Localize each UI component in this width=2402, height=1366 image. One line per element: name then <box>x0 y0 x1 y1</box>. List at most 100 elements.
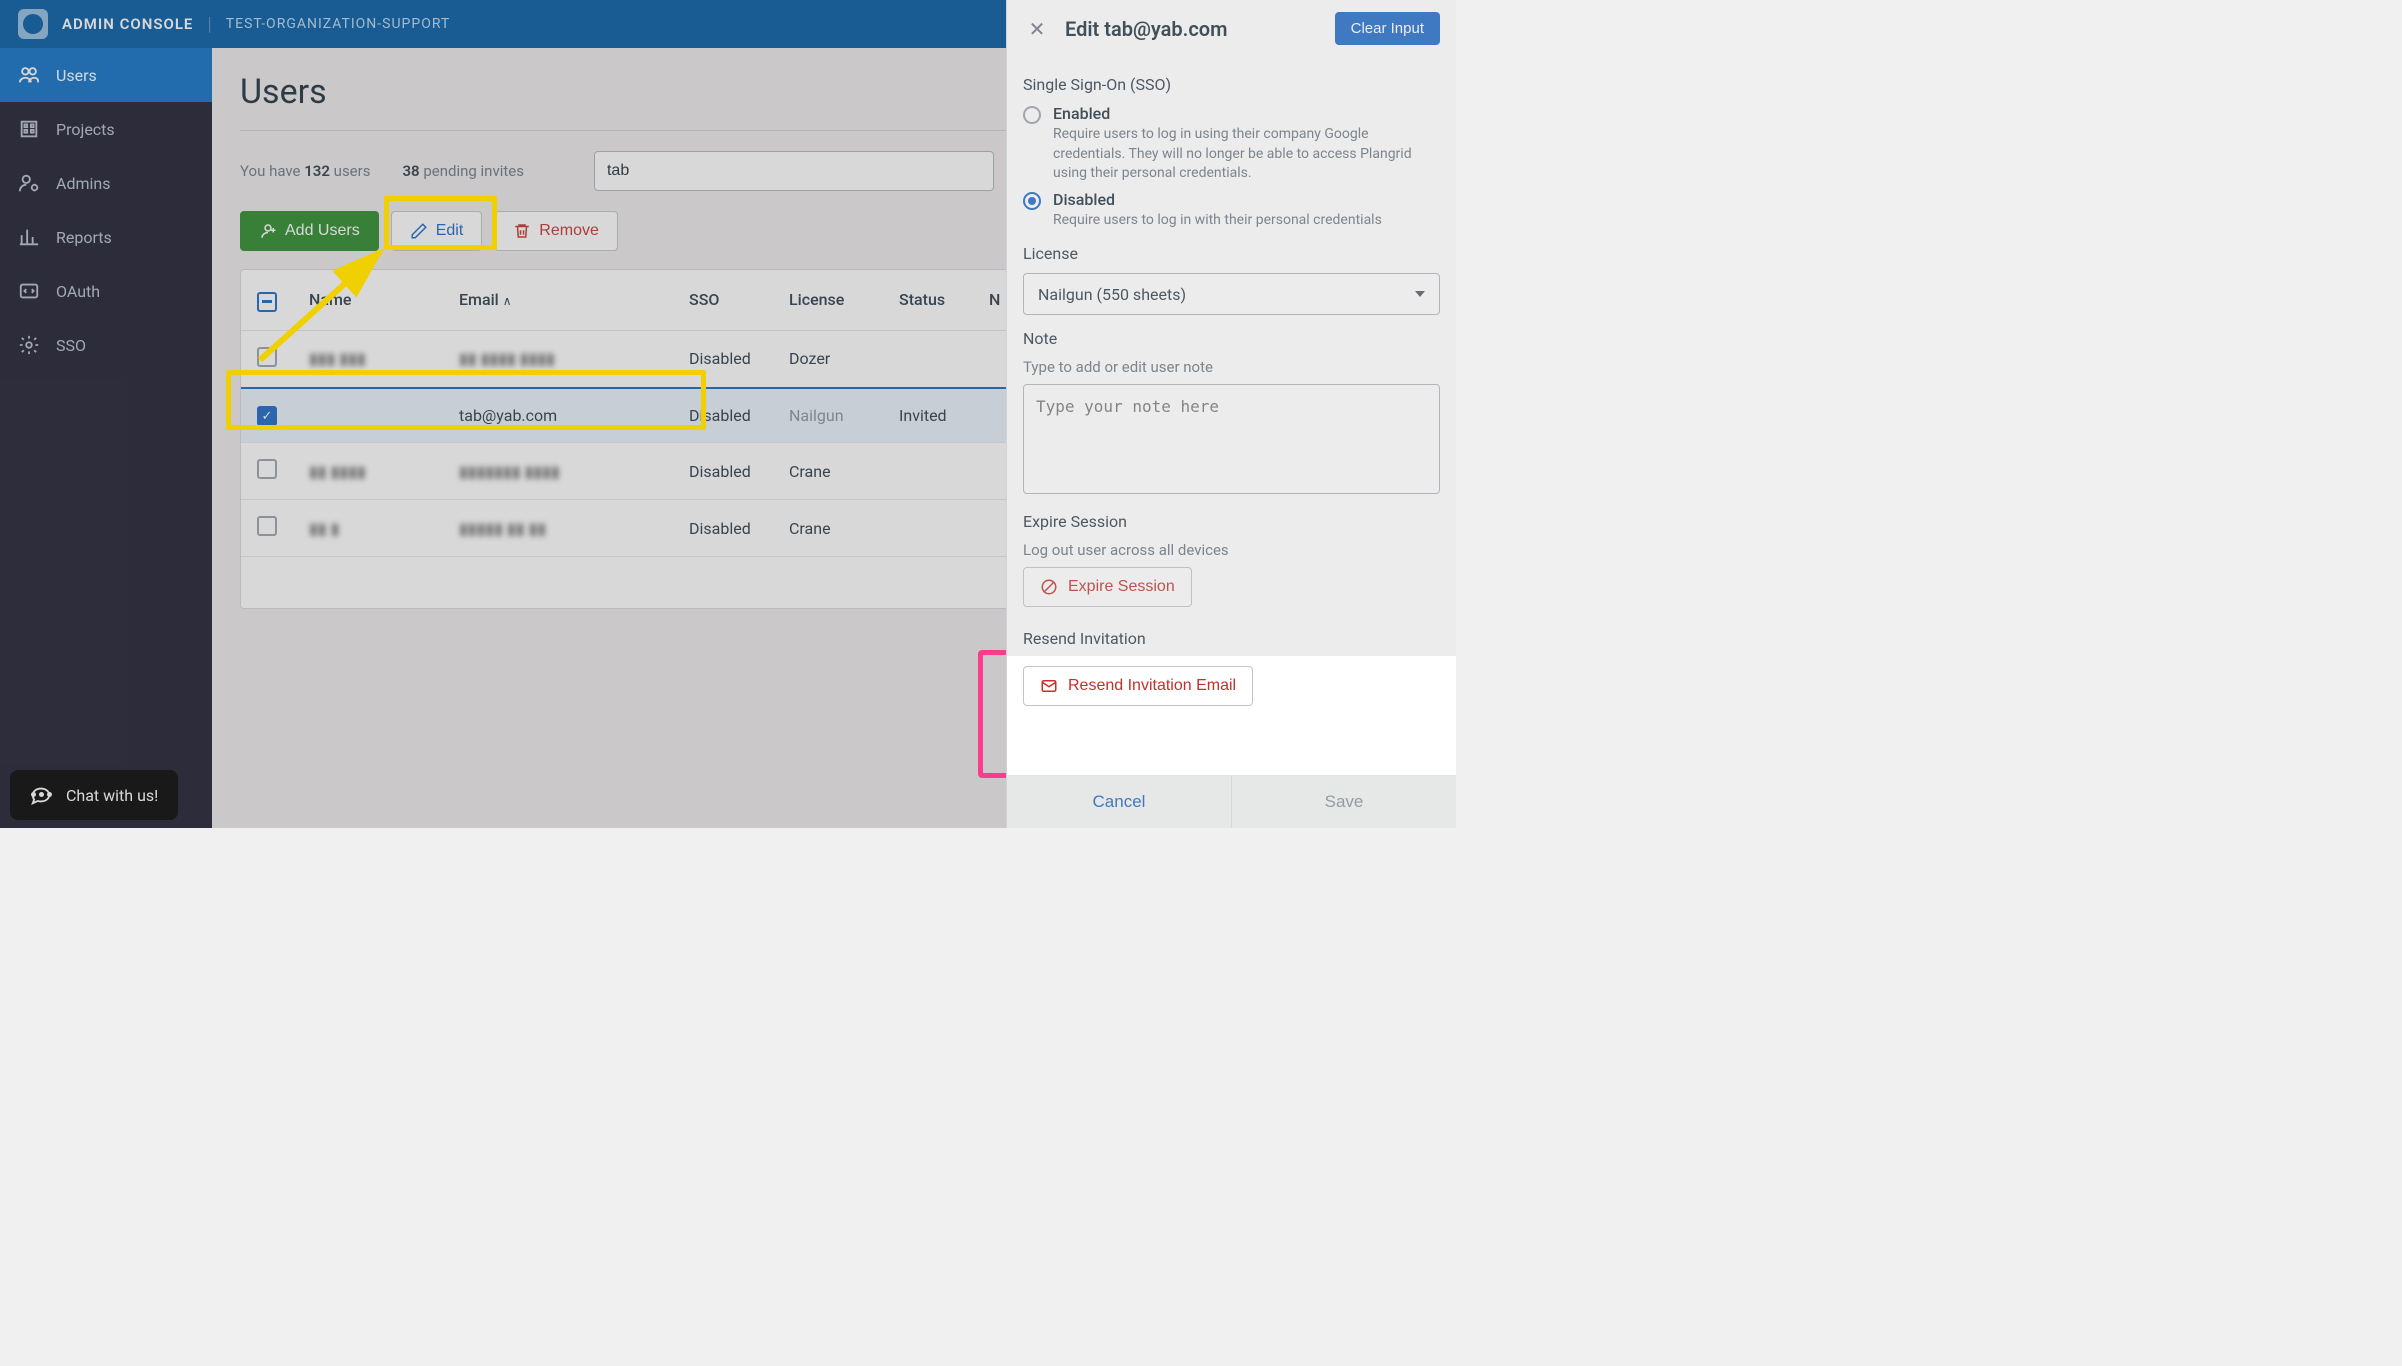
expire-hint: Log out user across all devices <box>1023 541 1440 559</box>
separator: | <box>207 14 211 35</box>
edit-button[interactable]: Edit <box>391 211 483 251</box>
col-name[interactable]: Name <box>293 270 443 330</box>
drawer-header: ✕ Edit tab@yab.com Clear Input <box>1007 0 1456 57</box>
note-label: Note <box>1023 329 1440 348</box>
sidebar-item-reports[interactable]: Reports <box>0 210 212 264</box>
sidebar-label: SSO <box>56 336 86 355</box>
radio-icon[interactable] <box>1023 192 1041 210</box>
cell-name: ▮▮▮ ▮▮▮ <box>293 330 443 388</box>
remove-label: Remove <box>539 222 599 240</box>
cell-status <box>883 443 973 500</box>
sidebar-item-projects[interactable]: Projects <box>0 102 212 156</box>
add-user-icon <box>259 222 277 240</box>
cell-license: Nailgun <box>773 388 883 443</box>
remove-button[interactable]: Remove <box>494 211 618 251</box>
edit-label: Edit <box>436 222 464 240</box>
drawer-footer: Cancel Save <box>1007 775 1456 828</box>
resend-invitation-button[interactable]: Resend Invitation Email <box>1023 666 1253 706</box>
cell-email: ▮▮▮▮▮ ▮▮ ▮▮ <box>443 500 673 557</box>
org-name: TEST-ORGANIZATION-SUPPORT <box>226 16 450 32</box>
resend-label: Resend Invitation <box>1023 629 1440 648</box>
select-all-checkbox[interactable] <box>257 292 277 312</box>
sidebar-label: OAuth <box>56 282 100 301</box>
block-icon <box>1040 578 1058 596</box>
cell-sso: Disabled <box>673 330 773 388</box>
sidebar-label: Users <box>56 66 97 85</box>
col-status[interactable]: Status <box>883 270 973 330</box>
edit-user-drawer: ✕ Edit tab@yab.com Clear Input Single Si… <box>1006 0 1456 828</box>
col-sso[interactable]: SSO <box>673 270 773 330</box>
radio-title: Enabled <box>1053 104 1440 123</box>
sidebar-item-oauth[interactable]: OAuth <box>0 264 212 318</box>
row-checkbox[interactable] <box>257 459 277 479</box>
chat-dots-icon <box>31 792 52 797</box>
gear-icon <box>18 334 40 356</box>
sidebar-label: Admins <box>56 174 110 193</box>
resend-btn-label: Resend Invitation Email <box>1068 677 1236 695</box>
save-button[interactable]: Save <box>1232 776 1456 828</box>
col-license[interactable]: License <box>773 270 883 330</box>
mail-icon <box>1040 677 1058 695</box>
radio-desc: Require users to log in with their perso… <box>1053 211 1382 231</box>
add-users-button[interactable]: Add Users <box>240 211 379 251</box>
note-hint: Type to add or edit user note <box>1023 358 1440 376</box>
cell-status <box>883 500 973 557</box>
sidebar-label: Projects <box>56 120 115 139</box>
add-users-label: Add Users <box>285 222 360 240</box>
cell-sso: Disabled <box>673 443 773 500</box>
admin-icon <box>18 172 40 194</box>
sso-section-label: Single Sign-On (SSO) <box>1023 75 1440 94</box>
chevron-down-icon <box>1415 291 1425 297</box>
col-email[interactable]: Email∧ <box>443 270 673 330</box>
chart-icon <box>18 226 40 248</box>
drawer-body: Single Sign-On (SSO) Enabled Require use… <box>1007 57 1456 775</box>
cancel-button[interactable]: Cancel <box>1007 776 1232 828</box>
sidebar-item-sso[interactable]: SSO <box>0 318 212 372</box>
row-checkbox[interactable] <box>257 516 277 536</box>
chat-label: Chat with us! <box>66 786 158 805</box>
search-input[interactable] <box>594 151 994 191</box>
sso-disabled-option[interactable]: Disabled Require users to log in with th… <box>1023 190 1440 231</box>
sidebar-label: Reports <box>56 228 112 247</box>
app-title: ADMIN CONSOLE <box>62 15 193 33</box>
expire-label: Expire Session <box>1023 512 1440 531</box>
building-icon <box>18 118 40 140</box>
radio-icon[interactable] <box>1023 106 1041 124</box>
license-value: Nailgun (550 sheets) <box>1038 285 1186 304</box>
cell-status <box>883 330 973 388</box>
clear-input-button[interactable]: Clear Input <box>1335 12 1440 45</box>
cell-name <box>293 388 443 443</box>
radio-title: Disabled <box>1053 190 1382 209</box>
sidebar: Users Projects Admins Reports OAuth SSO <box>0 48 212 828</box>
sidebar-item-users[interactable]: Users <box>0 48 212 102</box>
sort-asc-icon: ∧ <box>503 294 512 308</box>
app-logo <box>18 9 48 39</box>
cell-email: ▮▮▮▮▮▮▮ ▮▮▮▮ <box>443 443 673 500</box>
cell-license: Crane <box>773 443 883 500</box>
row-checkbox[interactable]: ✓ <box>257 406 277 426</box>
cell-sso: Disabled <box>673 500 773 557</box>
cell-email: ▮▮ ▮▮▮▮ ▮▮▮▮ <box>443 330 673 388</box>
expire-btn-label: Expire Session <box>1068 578 1175 596</box>
pencil-icon <box>410 222 428 240</box>
cell-email: tab@yab.com <box>443 388 673 443</box>
cell-license: Crane <box>773 500 883 557</box>
close-icon[interactable]: ✕ <box>1023 15 1051 43</box>
expire-session-button[interactable]: Expire Session <box>1023 567 1192 607</box>
license-select[interactable]: Nailgun (550 sheets) <box>1023 273 1440 315</box>
cell-name: ▮▮ ▮ <box>293 500 443 557</box>
cell-name: ▮▮ ▮▮▮▮ <box>293 443 443 500</box>
drawer-title: Edit tab@yab.com <box>1065 17 1321 41</box>
sso-enabled-option[interactable]: Enabled Require users to log in using th… <box>1023 104 1440 184</box>
chat-widget[interactable]: Chat with us! <box>10 770 178 820</box>
note-textarea[interactable] <box>1023 384 1440 494</box>
trash-icon <box>513 222 531 240</box>
cell-status: Invited <box>883 388 973 443</box>
sidebar-item-admins[interactable]: Admins <box>0 156 212 210</box>
radio-desc: Require users to log in using their comp… <box>1053 125 1440 184</box>
cell-sso: Disabled <box>673 388 773 443</box>
user-count: You have 132 users <box>240 162 370 180</box>
users-icon <box>18 64 40 86</box>
row-checkbox[interactable] <box>257 347 277 367</box>
pending-count: 38 pending invites <box>402 162 524 180</box>
